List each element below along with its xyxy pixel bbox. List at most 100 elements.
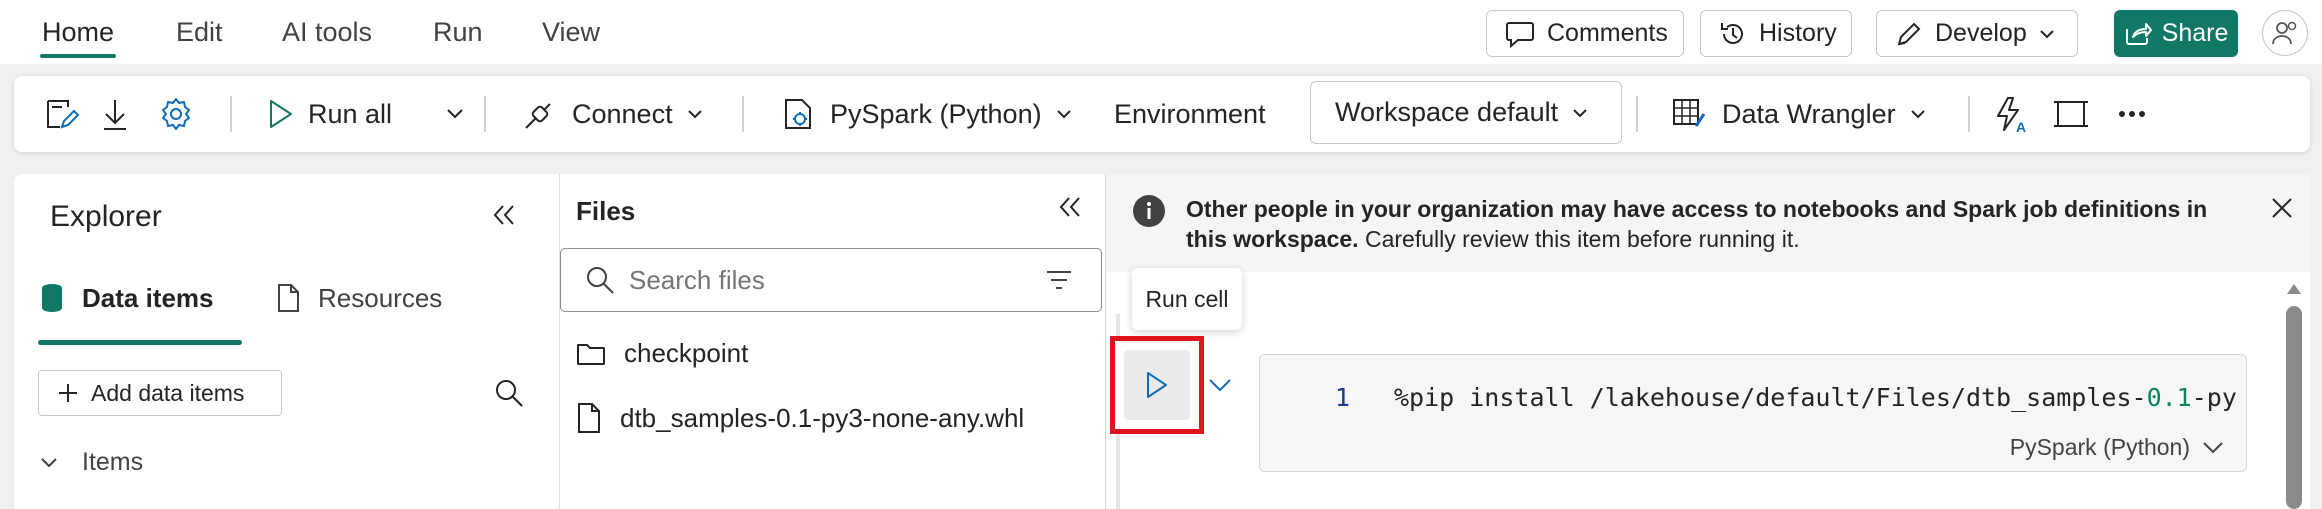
chevron-down-icon (687, 109, 703, 119)
pencil-icon (1895, 20, 1923, 48)
scrollbar-thumb[interactable] (2286, 306, 2302, 509)
comment-icon (1505, 20, 1535, 48)
folder-icon (576, 341, 606, 367)
cell-language-label: PySpark (Python) (2009, 434, 2190, 460)
chevron-down-icon (2039, 29, 2055, 39)
connect-button[interactable]: Connect (522, 76, 703, 152)
close-icon[interactable] (2270, 196, 2294, 220)
tab-edit[interactable]: Edit (176, 14, 223, 54)
line-number: 1 (1334, 383, 1350, 412)
share-icon (2124, 21, 2152, 47)
chevron-down-icon (40, 457, 58, 469)
chevron-down-icon (1910, 109, 1926, 119)
language-select[interactable]: PySpark (Python) (780, 76, 1072, 152)
divider (1968, 96, 1970, 132)
search-icon (585, 265, 615, 295)
fullscreen-icon (2052, 98, 2090, 130)
plug-icon (522, 96, 558, 132)
document-icon (276, 283, 300, 313)
data-wrangler-icon (1670, 96, 1708, 132)
lightning-icon: A (1990, 94, 2030, 134)
more-icon (2118, 110, 2146, 118)
code-text: %pip install /lakehouse/default/Files/dt… (1394, 383, 2147, 412)
tab-view[interactable]: View (542, 14, 600, 54)
search-files-box[interactable] (560, 248, 1102, 312)
run-options-chevron[interactable] (1208, 378, 1232, 392)
copilot-button[interactable]: A (1990, 76, 2030, 152)
ribbon-toolbar: Run all Connect PySpark (Python) Environ… (14, 76, 2310, 152)
language-label: PySpark (Python) (830, 98, 1042, 129)
save-settings-button[interactable] (42, 76, 80, 152)
run-cell-tooltip: Run cell (1132, 268, 1242, 330)
file-item-whl[interactable]: dtb_samples-0.1-py3-none-any.whl (576, 402, 1024, 434)
tab-data-items[interactable]: Data items (40, 278, 214, 318)
tab-ai-tools[interactable]: AI tools (282, 14, 372, 54)
items-section-header[interactable]: Items (40, 448, 143, 477)
divider (230, 96, 232, 132)
more-options-button[interactable] (2118, 76, 2146, 152)
download-icon (100, 96, 130, 132)
run-all-button[interactable]: Run all (266, 76, 392, 152)
environment-value: Workspace default (1335, 97, 1559, 127)
file-item-checkpoint[interactable]: checkpoint (576, 338, 748, 369)
history-button[interactable]: History (1700, 10, 1852, 57)
share-label: Share (2161, 19, 2229, 47)
tab-run[interactable]: Run (433, 14, 483, 54)
run-cell-highlight (1110, 336, 1204, 434)
chevron-down-icon (1056, 109, 1072, 119)
tab-resources[interactable]: Resources (276, 278, 442, 318)
environment-select[interactable]: Workspace default (1310, 81, 1622, 144)
settings-button[interactable] (158, 76, 194, 152)
divider (1636, 96, 1638, 132)
code-number-literal: 0.1 (2146, 383, 2192, 412)
menu-bar: Home Edit AI tools Run View Comments His… (0, 0, 2322, 64)
active-tab-indicator (38, 340, 242, 345)
notebook-settings-icon (42, 95, 80, 133)
tab-data-items-label: Data items (82, 282, 214, 313)
file-item-label: checkpoint (624, 338, 749, 368)
chevron-down-icon (2202, 441, 2224, 455)
run-all-label: Run all (308, 98, 393, 129)
develop-button[interactable]: Develop (1876, 10, 2078, 57)
download-button[interactable] (100, 76, 130, 152)
avatar[interactable] (2262, 10, 2308, 56)
environment-label: Environment (1114, 98, 1266, 129)
tab-resources-label: Resources (318, 282, 443, 313)
run-cell-button[interactable] (1124, 350, 1190, 420)
people-icon (2270, 19, 2300, 47)
search-icon[interactable] (494, 378, 524, 408)
pyspark-icon (780, 96, 816, 132)
warning-banner: Other people in your organization may ha… (1106, 174, 2310, 272)
files-panel: Files checkpoint dtb_samples-0.1-py3-non… (560, 174, 1106, 509)
connect-label: Connect (572, 98, 673, 129)
divider (484, 96, 486, 132)
code-text-tail: -py (2191, 383, 2237, 412)
file-icon (576, 402, 602, 434)
code-line[interactable]: 1 %pip install /lakehouse/default/Files/d… (1330, 383, 2240, 412)
tab-home[interactable]: Home (39, 14, 117, 58)
collapse-icon[interactable] (1058, 196, 1082, 218)
chevron-down-icon (1572, 108, 1588, 118)
filter-icon[interactable] (1045, 269, 1073, 291)
cell-language-select[interactable]: PySpark (Python) (2010, 434, 2224, 461)
data-wrangler-label: Data Wrangler (1722, 98, 1896, 129)
collapse-icon[interactable] (492, 204, 516, 226)
banner-normal-text: Carefully review this item before runnin… (1364, 226, 1800, 252)
comments-button[interactable]: Comments (1486, 10, 1684, 57)
explorer-panel: Explorer Data items Resources Add data i… (14, 174, 560, 509)
data-wrangler-button[interactable]: Data Wrangler (1670, 76, 1926, 152)
add-data-items-label: Add data items (91, 379, 245, 406)
run-all-dropdown[interactable] (446, 76, 464, 152)
develop-label: Develop (1935, 19, 2027, 47)
history-label: History (1759, 19, 1837, 47)
items-section-label: Items (82, 448, 144, 476)
scroll-up-icon[interactable] (2285, 282, 2303, 296)
share-button[interactable]: Share (2114, 10, 2238, 57)
code-cell[interactable]: 1 %pip install /lakehouse/default/Files/d… (1259, 354, 2247, 472)
play-icon (266, 98, 294, 130)
add-data-items-button[interactable]: Add data items (38, 370, 282, 416)
search-files-input[interactable] (629, 261, 1009, 299)
chevron-down-icon (446, 108, 464, 120)
divider (742, 96, 744, 132)
fullscreen-button[interactable] (2052, 76, 2090, 152)
